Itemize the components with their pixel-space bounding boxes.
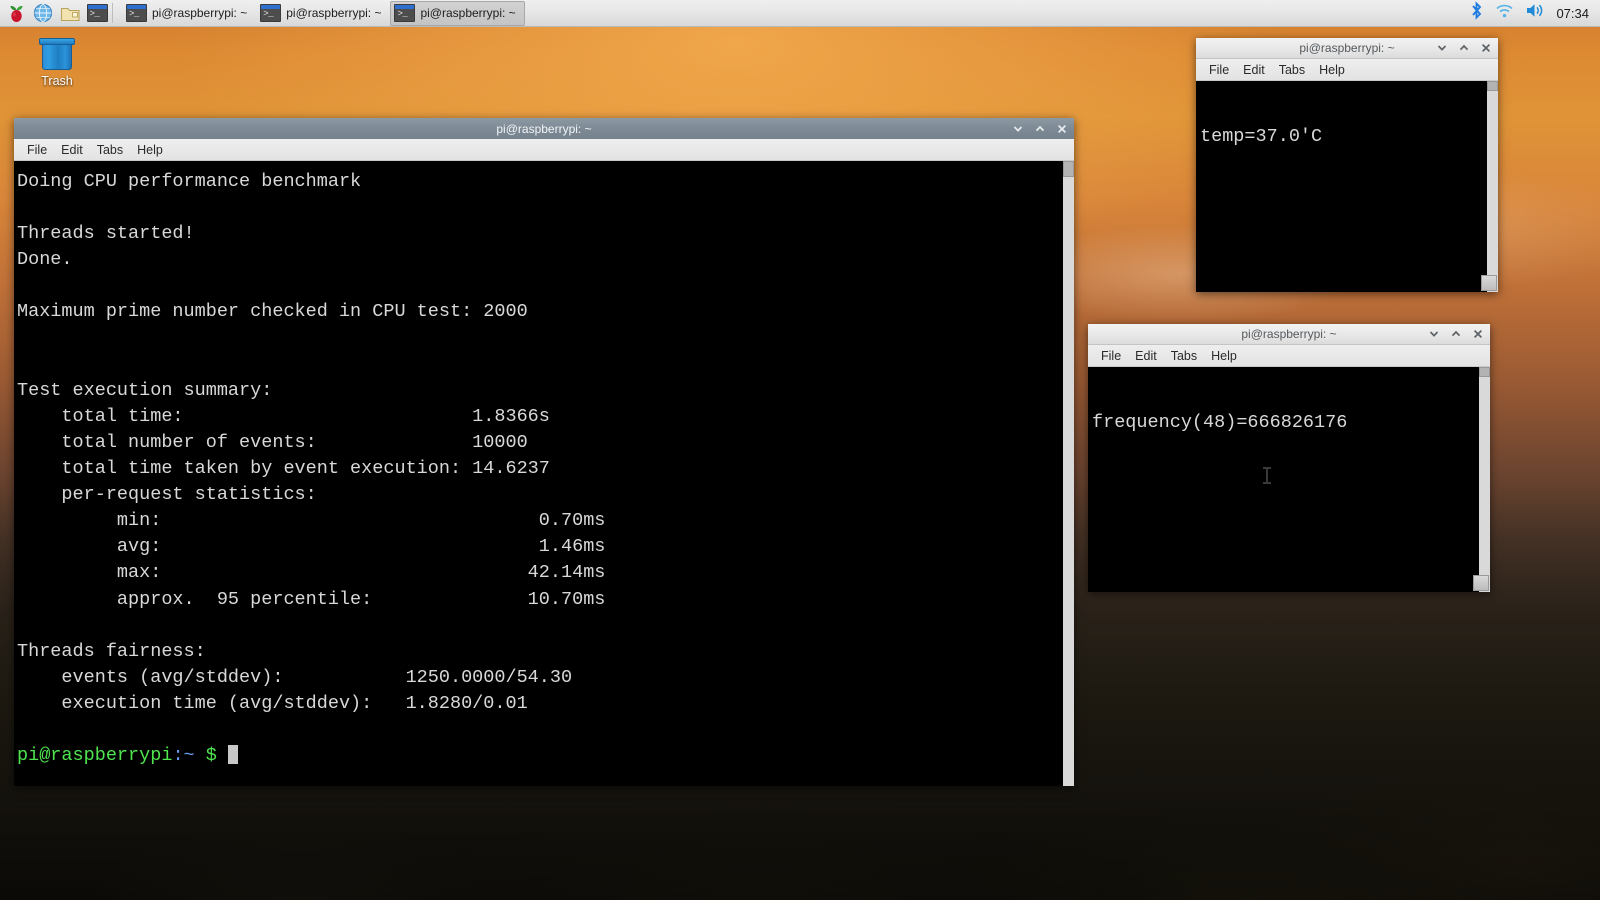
- menu-file[interactable]: File: [1094, 347, 1128, 365]
- wifi-icon: [1495, 3, 1514, 19]
- taskbar-separator: [112, 3, 113, 23]
- chevron-up-icon: [1459, 44, 1469, 52]
- bluetooth-tray-button[interactable]: [1469, 1, 1484, 25]
- window-controls: [1428, 328, 1486, 341]
- taskbar-window-label: pi@raspberrypi: ~: [286, 6, 381, 20]
- taskbar-window-label: pi@raspberrypi: ~: [420, 6, 515, 20]
- close-button[interactable]: [1472, 328, 1483, 341]
- resize-grip[interactable]: [1473, 575, 1489, 591]
- menu-help[interactable]: Help: [130, 141, 170, 159]
- titlebar[interactable]: pi@raspberrypi: ~: [14, 118, 1074, 139]
- volume-icon: [1525, 2, 1545, 19]
- resize-grip[interactable]: [1481, 275, 1497, 291]
- prompt-path: :~: [172, 745, 194, 766]
- wifi-tray-button[interactable]: [1495, 3, 1514, 24]
- maximize-button[interactable]: [1034, 122, 1045, 135]
- titlebar[interactable]: pi@raspberrypi: ~: [1088, 324, 1490, 345]
- minimize-button[interactable]: [1436, 42, 1447, 55]
- window-controls: [1436, 42, 1494, 55]
- trash-body: [42, 43, 72, 70]
- folder-icon: [60, 4, 81, 23]
- bluetooth-icon: [1469, 1, 1484, 20]
- text-cursor-icon: [1266, 467, 1268, 484]
- terminal-scrollbar[interactable]: [1486, 81, 1498, 292]
- minimize-button[interactable]: [1428, 328, 1439, 341]
- taskbar-window-button-1[interactable]: >_ pi@raspberrypi: ~: [122, 1, 256, 26]
- terminal-output-area[interactable]: temp=37.0'C: [1196, 81, 1498, 292]
- terminal-scrollbar-thumb[interactable]: [1479, 367, 1490, 377]
- chevron-down-icon: [1437, 44, 1447, 52]
- prompt-dollar: $: [206, 745, 217, 766]
- terminal-scrollbar-thumb[interactable]: [1487, 81, 1498, 91]
- taskbar: >_ >_ pi@raspberrypi: ~ >_ pi@raspberryp…: [0, 0, 1600, 27]
- menu-tabs[interactable]: Tabs: [1164, 347, 1204, 365]
- terminal-output-area[interactable]: frequency(48)=666826176: [1088, 367, 1490, 592]
- trash-icon: [39, 36, 75, 70]
- terminal-text: frequency(48)=666826176: [1088, 367, 1478, 592]
- window-title: pi@raspberrypi: ~: [14, 122, 1074, 136]
- system-tray: 07:34: [1469, 1, 1600, 25]
- menu-tabs[interactable]: Tabs: [1272, 61, 1312, 79]
- terminal-text: Doing CPU performance benchmark Threads …: [14, 161, 1062, 786]
- taskbar-window-button-2[interactable]: >_ pi@raspberrypi: ~: [256, 1, 390, 26]
- menubar: File Edit Tabs Help: [14, 139, 1074, 161]
- terminal-scrollbar-thumb[interactable]: [1063, 161, 1074, 177]
- web-browser-button[interactable]: [31, 1, 55, 25]
- menu-help[interactable]: Help: [1204, 347, 1244, 365]
- menu-edit[interactable]: Edit: [54, 141, 90, 159]
- menu-edit[interactable]: Edit: [1236, 61, 1272, 79]
- terminal-icon: >_: [87, 4, 108, 22]
- close-icon: [1473, 329, 1483, 339]
- titlebar[interactable]: pi@raspberrypi: ~: [1196, 38, 1498, 59]
- trash-lid: [39, 38, 75, 45]
- terminal-cursor: [228, 745, 238, 764]
- chevron-up-icon: [1451, 330, 1461, 338]
- raspberry-menu-button[interactable]: [4, 1, 28, 25]
- maximize-button[interactable]: [1458, 42, 1469, 55]
- raspberry-icon: [6, 3, 27, 24]
- globe-icon: [33, 3, 53, 23]
- terminal-icon: >_: [126, 4, 147, 22]
- close-button[interactable]: [1056, 122, 1067, 135]
- chevron-up-icon: [1035, 125, 1045, 133]
- menubar: File Edit Tabs Help: [1088, 345, 1490, 367]
- desktop: >_ >_ pi@raspberrypi: ~ >_ pi@raspberryp…: [0, 0, 1600, 900]
- menubar: File Edit Tabs Help: [1196, 59, 1498, 81]
- volume-tray-button[interactable]: [1525, 2, 1545, 24]
- terminal-icon: >_: [260, 4, 281, 22]
- prompt-user: pi@raspberrypi: [17, 745, 172, 766]
- terminal-launcher-button[interactable]: >_: [85, 1, 109, 25]
- menu-edit[interactable]: Edit: [1128, 347, 1164, 365]
- chevron-down-icon: [1013, 125, 1023, 133]
- terminal-scrollbar[interactable]: [1062, 161, 1074, 786]
- terminal-window-bottom-right[interactable]: pi@raspberrypi: ~ File Edit Tabs Help fr…: [1088, 324, 1490, 592]
- taskbar-window-label: pi@raspberrypi: ~: [152, 6, 247, 20]
- close-button[interactable]: [1480, 42, 1491, 55]
- terminal-scrollbar[interactable]: [1478, 367, 1490, 592]
- terminal-window-top-right[interactable]: pi@raspberrypi: ~ File Edit Tabs Help te…: [1196, 38, 1498, 292]
- desktop-icon-label: Trash: [41, 74, 73, 88]
- window-controls: [1012, 122, 1070, 135]
- menu-file[interactable]: File: [20, 141, 54, 159]
- close-icon: [1057, 124, 1067, 134]
- terminal-output-area[interactable]: Doing CPU performance benchmark Threads …: [14, 161, 1074, 786]
- menu-tabs[interactable]: Tabs: [90, 141, 130, 159]
- menu-help[interactable]: Help: [1312, 61, 1352, 79]
- taskbar-launchers: >_: [0, 1, 109, 25]
- taskbar-window-button-3[interactable]: >_ pi@raspberrypi: ~: [390, 1, 524, 26]
- terminal-icon: >_: [394, 4, 415, 22]
- file-manager-button[interactable]: [58, 1, 82, 25]
- maximize-button[interactable]: [1450, 328, 1461, 341]
- minimize-button[interactable]: [1012, 122, 1023, 135]
- terminal-window-main[interactable]: pi@raspberrypi: ~ File Edit Tabs Help Do…: [14, 118, 1074, 786]
- window-task-list: >_ pi@raspberrypi: ~ >_ pi@raspberrypi: …: [122, 1, 525, 26]
- prompt-symbol: [195, 745, 206, 766]
- menu-file[interactable]: File: [1202, 61, 1236, 79]
- clock[interactable]: 07:34: [1556, 6, 1589, 21]
- desktop-icon-trash[interactable]: Trash: [22, 36, 92, 88]
- chevron-down-icon: [1429, 330, 1439, 338]
- close-icon: [1481, 43, 1491, 53]
- terminal-text: temp=37.0'C: [1196, 81, 1486, 292]
